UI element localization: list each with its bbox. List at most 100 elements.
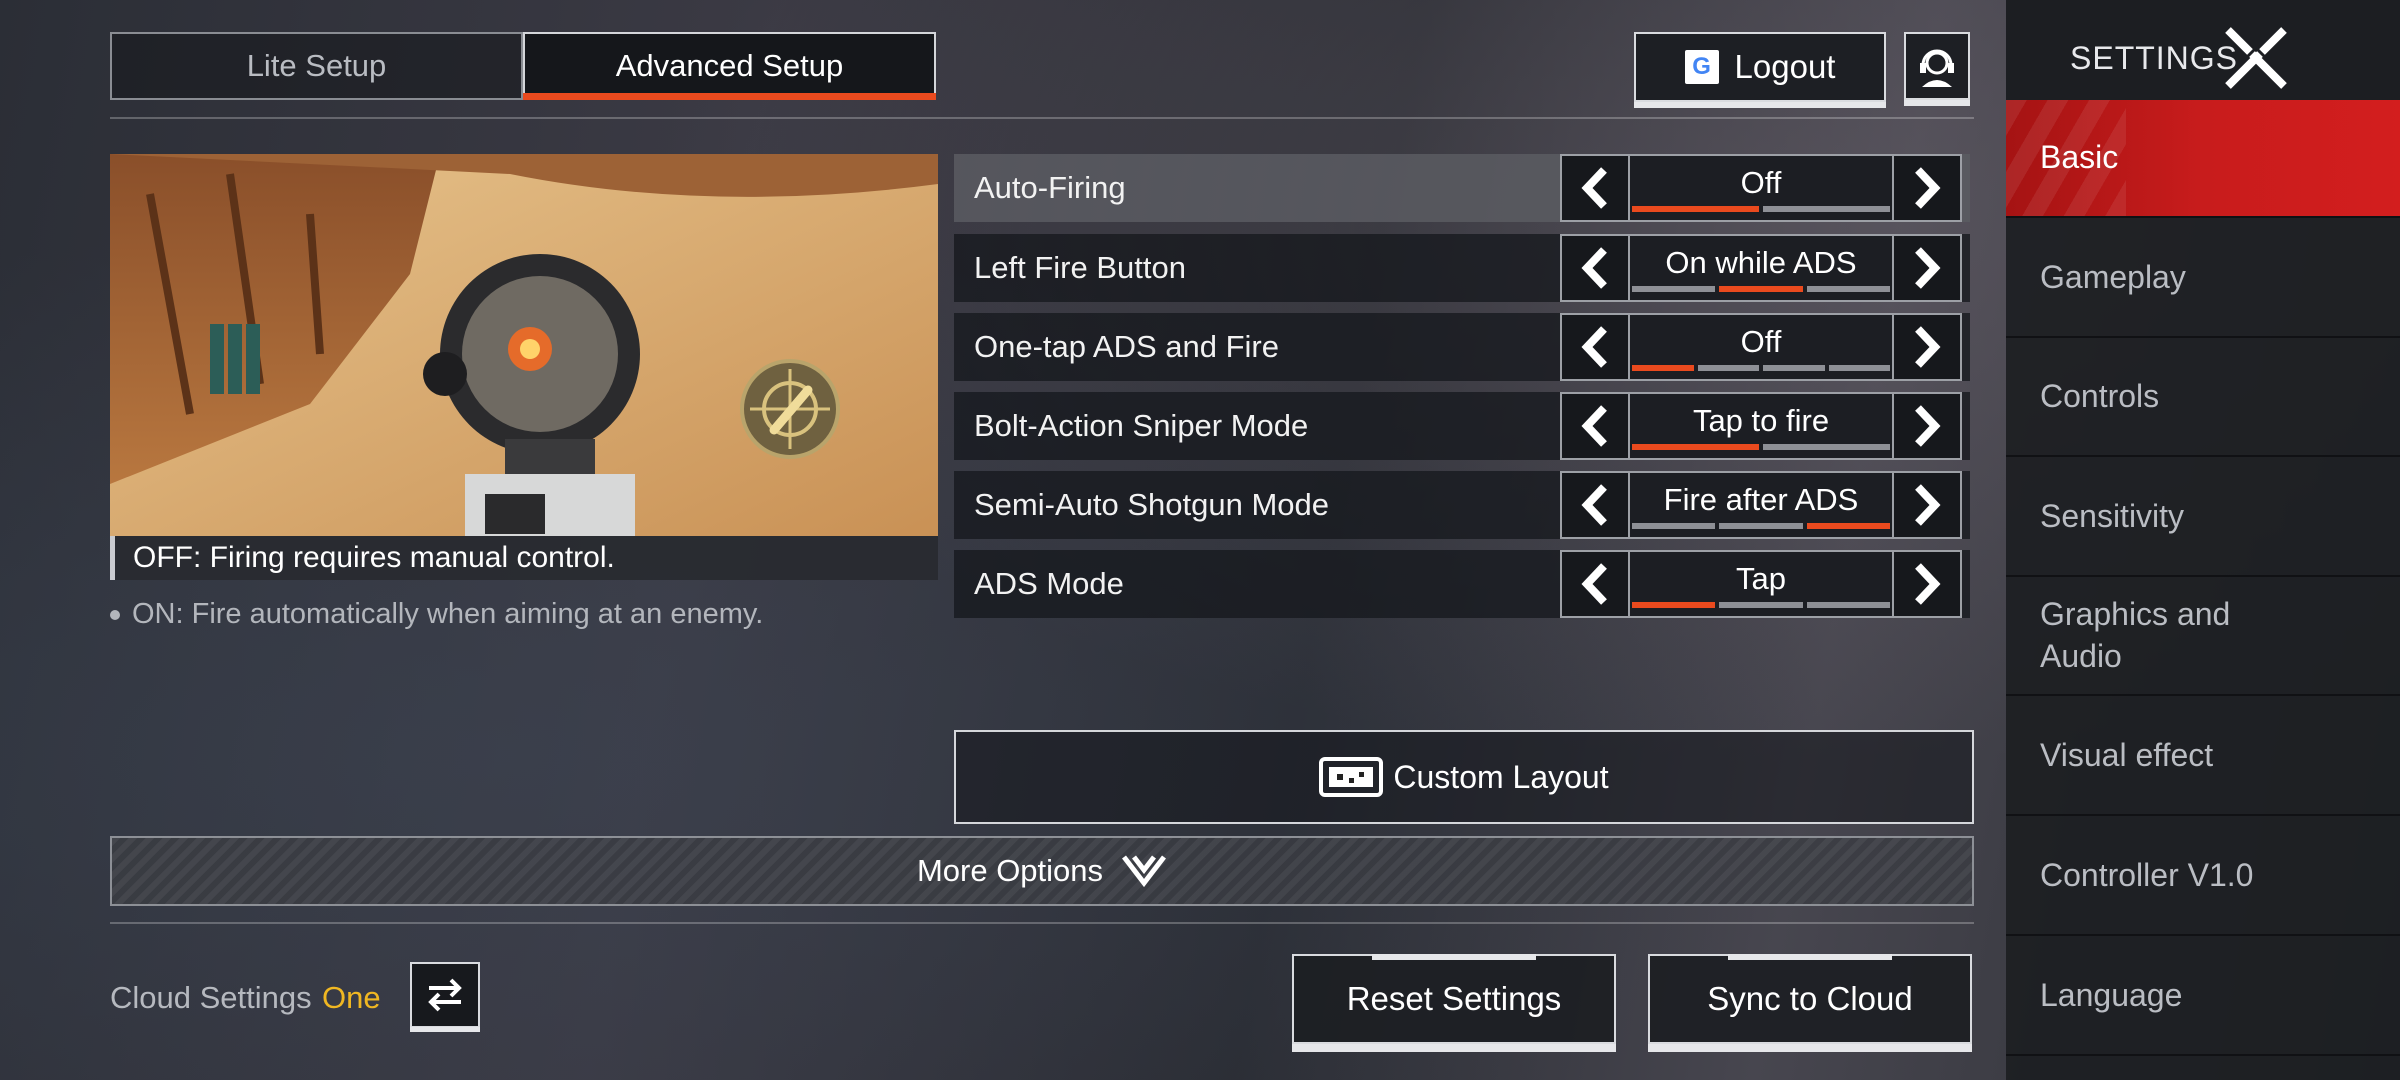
sidebar-item-label: Sensitivity	[2040, 498, 2185, 535]
next-option-button[interactable]	[1892, 550, 1962, 618]
option-value-text: On while ADS	[1665, 245, 1857, 280]
close-button[interactable]	[2224, 26, 2288, 90]
tab-advanced-setup[interactable]: Advanced Setup	[523, 32, 936, 100]
option-value: Off	[1630, 154, 1892, 222]
more-options-button[interactable]: More Options	[110, 836, 1974, 906]
previous-option-button[interactable]	[1560, 154, 1630, 222]
preview-image	[110, 154, 938, 536]
sidebar-item-label: Controls	[2040, 378, 2160, 415]
next-option-button[interactable]	[1892, 234, 1962, 302]
option-value: Off	[1630, 313, 1892, 381]
swap-arrows-icon	[428, 978, 462, 1012]
sidebar-item-label: Language	[2040, 977, 2183, 1014]
sidebar-item-language[interactable]: Language	[2006, 938, 2400, 1056]
support-button[interactable]	[1904, 32, 1970, 106]
option-indicator-segment	[1632, 286, 1716, 292]
divider	[110, 922, 1974, 924]
next-option-button[interactable]	[1892, 392, 1962, 460]
chevron-left-icon	[1581, 326, 1607, 368]
option-indicator-segment	[1632, 523, 1716, 529]
gamepad-layout-icon	[1319, 757, 1384, 797]
option-value: Fire after ADS	[1630, 471, 1892, 539]
chevron-right-icon	[1915, 167, 1941, 209]
sidebar-item-gameplay[interactable]: Gameplay	[2006, 220, 2400, 338]
chevron-right-icon	[1915, 405, 1941, 447]
chevron-right-icon	[1915, 326, 1941, 368]
option-value-text: Tap	[1736, 561, 1786, 596]
chevron-down-icon	[1122, 855, 1167, 888]
cloud-settings-label: Cloud Settings	[110, 980, 312, 1015]
option-indicator-segment	[1763, 444, 1890, 450]
chevron-right-icon	[1915, 247, 1941, 289]
setting-row: Semi-Auto Shotgun Mode Fire after ADS	[954, 471, 1970, 539]
sidebar-item-sensitivity[interactable]: Sensitivity	[2006, 459, 2400, 577]
option-value-text: Off	[1740, 324, 1782, 359]
switch-cloud-button[interactable]	[410, 962, 480, 1032]
option-indicator-segment	[1763, 206, 1890, 212]
chevron-left-icon	[1581, 563, 1607, 605]
sidebar-item-visual-effect[interactable]: Visual effect	[2006, 698, 2400, 816]
option-indicator-segment	[1806, 602, 1890, 608]
option-indicator-segment	[1828, 365, 1890, 371]
sidebar-item-graphics-and-audio[interactable]: Graphics and Audio	[2006, 578, 2400, 696]
next-option-button[interactable]	[1892, 471, 1962, 539]
preview-note: ON: Fire automatically when aiming at an…	[110, 598, 763, 631]
cloud-settings-value: One	[322, 980, 381, 1015]
option-indicator-segment	[1806, 523, 1890, 529]
chevron-right-icon	[1915, 563, 1941, 605]
option-indicator	[1632, 365, 1890, 371]
bullet-dot	[110, 609, 120, 620]
setting-row: Left Fire Button On while ADS	[954, 234, 1970, 302]
next-option-button[interactable]	[1892, 154, 1962, 222]
tab-lite-setup[interactable]: Lite Setup	[110, 32, 523, 100]
setup-tabs: Lite Setup Advanced Setup	[110, 32, 936, 100]
option-selector: Tap to fire	[1560, 392, 1966, 460]
previous-option-button[interactable]	[1560, 550, 1630, 618]
sidebar-item-label: Gameplay	[2040, 259, 2186, 296]
previous-option-button[interactable]	[1560, 471, 1630, 539]
option-selector: Off	[1560, 154, 1966, 222]
bullet-icon	[740, 359, 840, 459]
custom-layout-label: Custom Layout	[1393, 758, 1609, 795]
option-value-text: Off	[1740, 165, 1782, 200]
option-indicator	[1632, 444, 1890, 450]
setting-row: Bolt-Action Sniper Mode Tap to fire	[954, 392, 1970, 460]
option-value: Tap	[1630, 550, 1892, 618]
option-value: Tap to fire	[1630, 392, 1892, 460]
custom-layout-button[interactable]: Custom Layout	[954, 730, 1974, 824]
option-indicator	[1632, 523, 1890, 529]
close-icon	[2225, 27, 2287, 89]
option-value-text: Fire after ADS	[1663, 482, 1859, 517]
option-indicator	[1632, 602, 1890, 608]
option-indicator-segment	[1632, 365, 1694, 371]
next-option-button[interactable]	[1892, 313, 1962, 381]
sidebar-item-controls[interactable]: Controls	[2006, 339, 2400, 457]
option-indicator-segment	[1763, 365, 1825, 371]
preview-caption: OFF: Firing requires manual control.	[110, 536, 938, 580]
more-options-label: More Options	[916, 853, 1104, 888]
previous-option-button[interactable]	[1560, 392, 1630, 460]
sidebar-item-label: Controller V1.0	[2040, 857, 2254, 894]
option-indicator-segment	[1697, 365, 1759, 371]
sidebar-title: SETTINGS	[2070, 40, 2239, 76]
sidebar-item-label: Graphics and Audio	[2040, 596, 2231, 674]
option-indicator	[1632, 206, 1890, 212]
chevron-left-icon	[1581, 167, 1607, 209]
sidebar-item-controller-v1-0[interactable]: Controller V1.0	[2006, 818, 2400, 936]
previous-option-button[interactable]	[1560, 313, 1630, 381]
option-indicator-segment	[1632, 444, 1759, 450]
option-selector: On while ADS	[1560, 234, 1966, 302]
sync-to-cloud-button[interactable]: Sync to Cloud	[1648, 954, 1972, 1052]
option-selector: Fire after ADS	[1560, 471, 1966, 539]
setting-row: ADS Mode Tap	[954, 550, 1970, 618]
chevron-left-icon	[1581, 484, 1607, 526]
reset-settings-button[interactable]: Reset Settings	[1292, 954, 1616, 1052]
sidebar-item-basic[interactable]: Basic	[2006, 100, 2400, 218]
logout-button[interactable]: G Logout	[1634, 32, 1886, 108]
option-value: On while ADS	[1630, 234, 1892, 302]
chevron-left-icon	[1581, 247, 1607, 289]
previous-option-button[interactable]	[1560, 234, 1630, 302]
option-selector: Off	[1560, 313, 1966, 381]
option-indicator-segment	[1719, 602, 1803, 608]
sidebar-item-label: Visual effect	[2040, 737, 2214, 774]
